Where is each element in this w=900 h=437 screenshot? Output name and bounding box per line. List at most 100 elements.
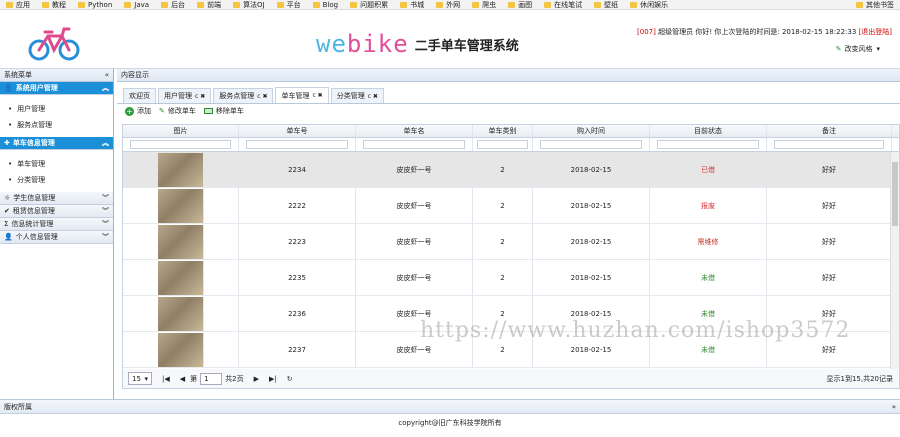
sidebar: 系统菜单« 👤系统用户管理︽用户管理服务点管理✚单车信息管理︽单车管理分类管理☼…: [0, 69, 114, 399]
bookmark-label: 应用: [16, 0, 30, 9]
bookmark-item[interactable]: 壁纸: [588, 0, 624, 10]
cell-status: 需维修: [697, 237, 719, 246]
folder-icon: [400, 1, 408, 8]
filter-input[interactable]: [362, 140, 466, 149]
table-row[interactable]: 2222 皮皮虾一号 2 2018-02-15 报废 好好: [123, 188, 899, 224]
table-row[interactable]: 2223 皮皮虾一号 2 2018-02-15 需维修 好好: [123, 224, 899, 260]
cell-type: 2: [500, 273, 505, 282]
bookmark-item[interactable]: 爬虫: [466, 0, 502, 10]
change-style-menu[interactable]: ✎ 改变风格 ▾: [836, 44, 880, 54]
prev-page-icon[interactable]: ◀: [180, 375, 185, 383]
sidebar-item[interactable]: 单车管理: [0, 156, 113, 172]
cell-no: 2223: [288, 237, 306, 246]
bookmark-item[interactable]: 平台: [271, 0, 307, 10]
tab-0[interactable]: 欢迎页: [123, 88, 156, 103]
bookmark-item[interactable]: 画图: [502, 0, 538, 10]
sidebar-item[interactable]: 用户管理: [0, 101, 113, 117]
collapse-down-icon[interactable]: »: [892, 403, 896, 411]
expand-down-icon[interactable]: ︾: [102, 193, 109, 203]
bike-photo: [157, 224, 204, 259]
column-header: 购入时间: [533, 125, 650, 137]
user-icon: 👤: [4, 84, 13, 92]
logout-link[interactable]: [退出登陆]: [859, 28, 892, 36]
first-page-icon[interactable]: |◀: [162, 375, 170, 383]
bookmark-item[interactable]: 算法OJ: [227, 0, 271, 10]
close-icon[interactable]: c ✖: [368, 93, 378, 100]
sidebar-group-4[interactable]: Σ 信息统计管理 ︾: [0, 218, 113, 231]
plus-icon: +: [125, 106, 134, 116]
close-icon[interactable]: c ✖: [195, 93, 205, 100]
bookmark-item[interactable]: 问题积累: [344, 0, 394, 10]
bookmark-item[interactable]: 应用: [0, 0, 36, 10]
filter-input[interactable]: [774, 140, 884, 149]
bookmark-label: 算法OJ: [243, 0, 265, 9]
close-icon[interactable]: c ✖: [257, 93, 267, 100]
filter-input[interactable]: [656, 140, 760, 149]
sidebar-item[interactable]: 分类管理: [0, 172, 113, 188]
cell-note: 好好: [822, 309, 836, 318]
bookmark-item[interactable]: Blog: [307, 0, 344, 10]
sidebar-item[interactable]: 服务点管理: [0, 117, 113, 133]
bookmark-item[interactable]: Python: [72, 0, 118, 10]
toolbar: + 添加 ✎ 修改单车 移除单车: [117, 104, 900, 118]
folder-icon: [508, 1, 516, 8]
cell-name: 皮皮虾一号: [396, 345, 432, 354]
bookmark-item[interactable]: 后台: [155, 0, 191, 10]
filter-input[interactable]: [476, 140, 529, 149]
page-input[interactable]: 1: [200, 372, 223, 385]
filter-input[interactable]: [539, 140, 643, 149]
cell-status: 报废: [701, 201, 715, 210]
folder-icon: [544, 1, 552, 8]
bookmark-item[interactable]: 休闲娱乐: [624, 0, 674, 10]
table-row[interactable]: 2235 皮皮虾一号 2 2018-02-15 未借 好好: [123, 260, 899, 296]
sidebar-group-3[interactable]: ✔ 租赁信息管理 ︾: [0, 205, 113, 218]
cell-note: 好好: [822, 237, 836, 246]
cell-no: 2234: [288, 165, 306, 174]
vertical-scrollbar[interactable]: [890, 152, 899, 378]
expand-down-icon[interactable]: ︾: [102, 232, 109, 242]
bookmark-item[interactable]: 前端: [191, 0, 227, 10]
tab-3[interactable]: 单车管理 c ✖: [275, 87, 329, 103]
bookmark-item[interactable]: 教程: [36, 0, 72, 10]
table-row[interactable]: 2234 皮皮虾一号 2 2018-02-15 已借 好好: [123, 152, 899, 188]
bookmark-item[interactable]: 书城: [394, 0, 430, 10]
filter-input[interactable]: [245, 140, 349, 149]
tab-4[interactable]: 分类管理 c ✖: [330, 88, 384, 103]
collapse-left-icon[interactable]: «: [105, 71, 109, 79]
sidebar-group-1[interactable]: ✚ 单车信息管理 ︽: [0, 137, 113, 150]
sidebar-group-body: 单车管理分类管理: [0, 150, 113, 192]
bookmark-label: 书城: [410, 0, 425, 9]
edit-bike-button[interactable]: ✎ 修改单车: [159, 106, 196, 116]
column-header: 单车名: [356, 125, 473, 137]
bookmark-item[interactable]: Java: [118, 0, 155, 10]
bookmark-item[interactable]: 外网: [430, 0, 466, 10]
sidebar-group-2[interactable]: ☼ 学生信息管理 ︾: [0, 192, 113, 205]
page-size-select[interactable]: 15 ▾: [128, 372, 152, 385]
filter-input[interactable]: [129, 140, 232, 149]
column-header: 图片: [123, 125, 239, 137]
collapse-up-icon[interactable]: ︽: [102, 138, 109, 148]
next-page-icon[interactable]: ▶: [254, 375, 259, 383]
close-icon[interactable]: c ✖: [312, 92, 322, 99]
sidebar-group-label: 系统用户管理: [15, 84, 58, 92]
add-button[interactable]: + 添加: [125, 106, 151, 116]
bookmark-item[interactable]: 在线笔试: [538, 0, 588, 10]
sidebar-group-0[interactable]: 👤 系统用户管理 ︽: [0, 82, 113, 95]
cell-type: 2: [500, 201, 505, 210]
sidebar-group-5[interactable]: 👤 个人信息管理 ︾: [0, 231, 113, 244]
tab-2[interactable]: 服务点管理 c ✖: [213, 88, 274, 103]
tab-1[interactable]: 用户管理 c ✖: [158, 88, 212, 103]
refresh-icon[interactable]: ↻: [287, 375, 293, 383]
last-page-icon[interactable]: ▶|: [269, 375, 277, 383]
expand-down-icon[interactable]: ︾: [102, 206, 109, 216]
folder-icon: [197, 1, 205, 8]
expand-down-icon[interactable]: ︾: [102, 219, 109, 229]
other-bookmarks[interactable]: 其他书签: [856, 0, 894, 10]
bike-photo: [157, 260, 204, 295]
bookmark-label: 休闲娱乐: [640, 0, 669, 9]
remove-bike-button[interactable]: 移除单车: [203, 106, 244, 116]
collapse-up-icon[interactable]: ︽: [102, 83, 109, 93]
bookmark-label: Python: [88, 0, 113, 9]
cell-name: 皮皮虾一号: [396, 273, 432, 282]
caret-down-icon: ▾: [876, 45, 880, 53]
